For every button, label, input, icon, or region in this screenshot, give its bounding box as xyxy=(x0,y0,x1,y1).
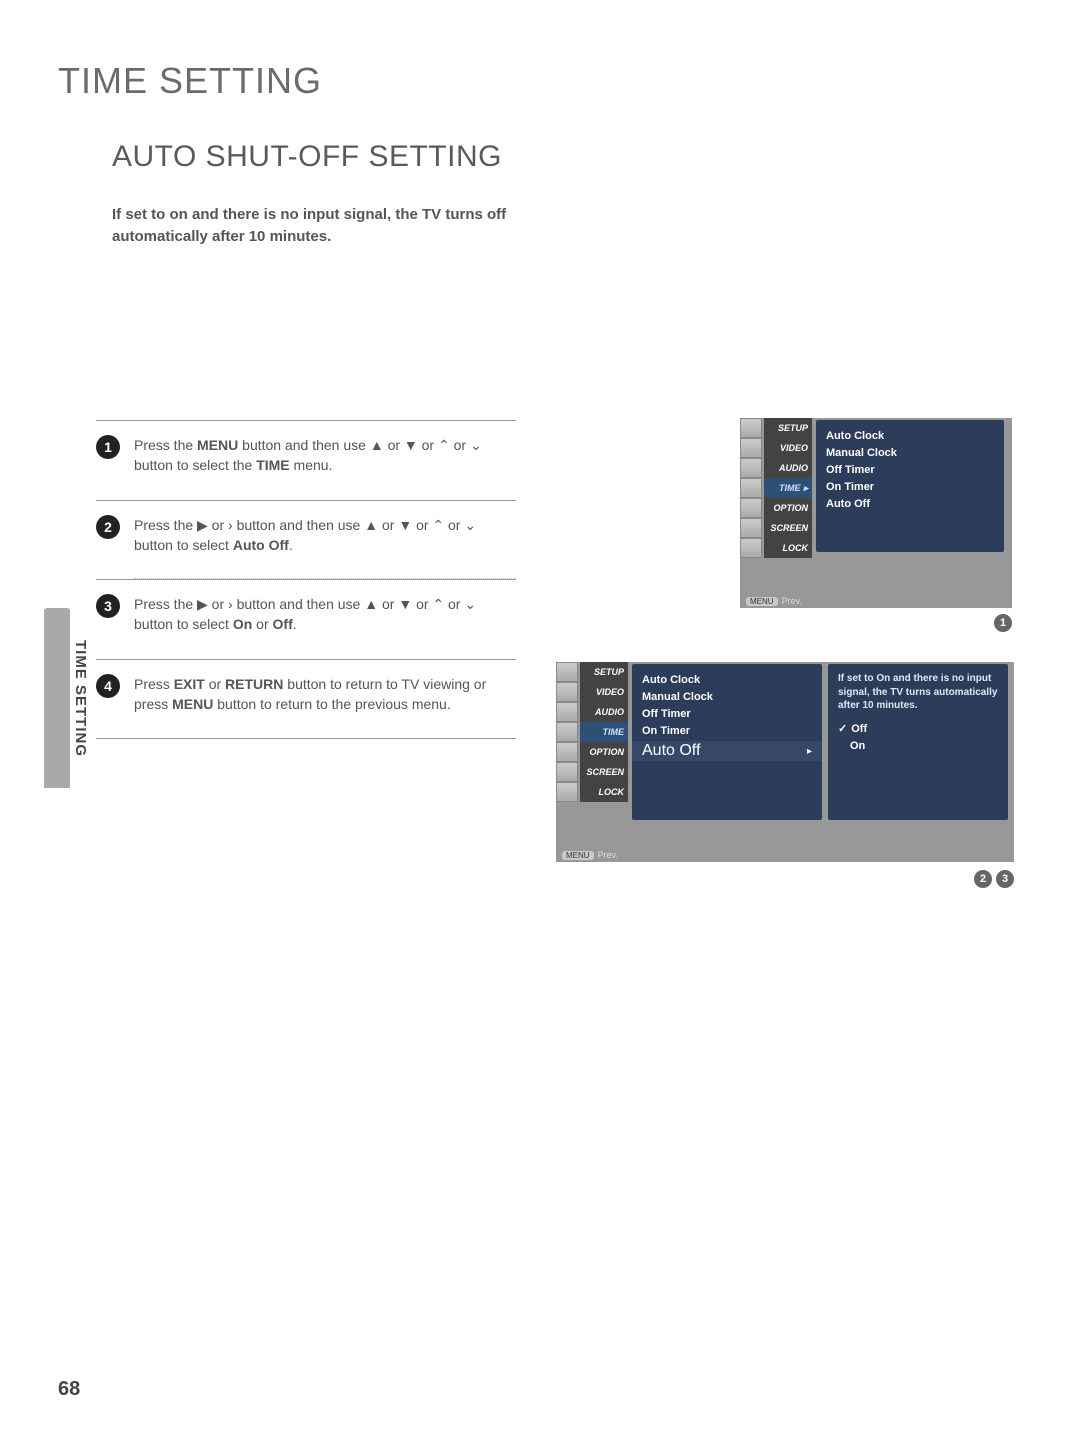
osd-footer: MENUPrev. xyxy=(562,850,618,860)
option-off: ✓Off xyxy=(838,721,998,738)
chevron-right-icon: ▸ xyxy=(807,746,812,757)
step-ref-3: 3 xyxy=(996,870,1014,888)
page-number: 68 xyxy=(58,1378,80,1401)
check-icon: ✓ xyxy=(838,723,847,735)
step-ref-1: 1 xyxy=(994,614,1012,632)
step-bullet: 2 xyxy=(96,515,120,539)
osd-panel-time: Auto Clock Manual Clock Off Timer On Tim… xyxy=(816,420,1004,552)
step-text: Press EXIT or RETURN button to return to… xyxy=(134,674,516,715)
side-tab-label: TIME SETTING xyxy=(72,640,89,757)
osd-nav: SETUP VIDEO AUDIO TIME▸ OPTION SCREEN LO… xyxy=(740,418,812,558)
osd-selected-row: Auto Off▸ xyxy=(632,741,822,761)
osd-screenshot-2: SETUP VIDEO AUDIO TIME OPTION SCREEN LOC… xyxy=(556,662,1014,862)
step-bullet: 1 xyxy=(96,435,120,459)
osd-nav: SETUP VIDEO AUDIO TIME OPTION SCREEN LOC… xyxy=(556,662,628,802)
step-4: 4 Press EXIT or RETURN button to return … xyxy=(96,659,516,740)
step-text: Press the MENU button and then use ▲ or … xyxy=(134,435,516,476)
step-1: 1 Press the MENU button and then use ▲ o… xyxy=(96,420,516,500)
step-bullet: 4 xyxy=(96,674,120,698)
section-title: AUTO SHUT-OFF SETTING xyxy=(112,140,502,174)
steps-list: 1 Press the MENU button and then use ▲ o… xyxy=(96,420,516,739)
step-bullet: 3 xyxy=(96,594,120,618)
osd-footer: MENUPrev. xyxy=(746,596,802,606)
step-2: 2 Press the ▶ or › button and then use ▲… xyxy=(96,500,516,580)
osd-panel-autooff: If set to On and there is no input signa… xyxy=(828,664,1008,820)
step-3: 3 Press the ▶ or › button and then use ▲… xyxy=(96,579,516,659)
step-ref-2: 2 xyxy=(974,870,992,888)
osd-screenshot-1: SETUP VIDEO AUDIO TIME▸ OPTION SCREEN LO… xyxy=(740,418,1012,608)
intro-text: If set to on and there is no input signa… xyxy=(112,204,572,248)
option-on: On xyxy=(838,738,998,755)
step-text: Press the ▶ or › button and then use ▲ o… xyxy=(134,515,516,556)
side-tab xyxy=(44,608,70,788)
osd-hint-text: If set to On and there is no input signa… xyxy=(838,672,998,713)
osd-panel-time-items: Auto Clock Manual Clock Off Timer On Tim… xyxy=(632,664,822,820)
step-text: Press the ▶ or › button and then use ▲ o… xyxy=(134,594,516,635)
chapter-title: TIME SETTING xyxy=(58,60,322,102)
